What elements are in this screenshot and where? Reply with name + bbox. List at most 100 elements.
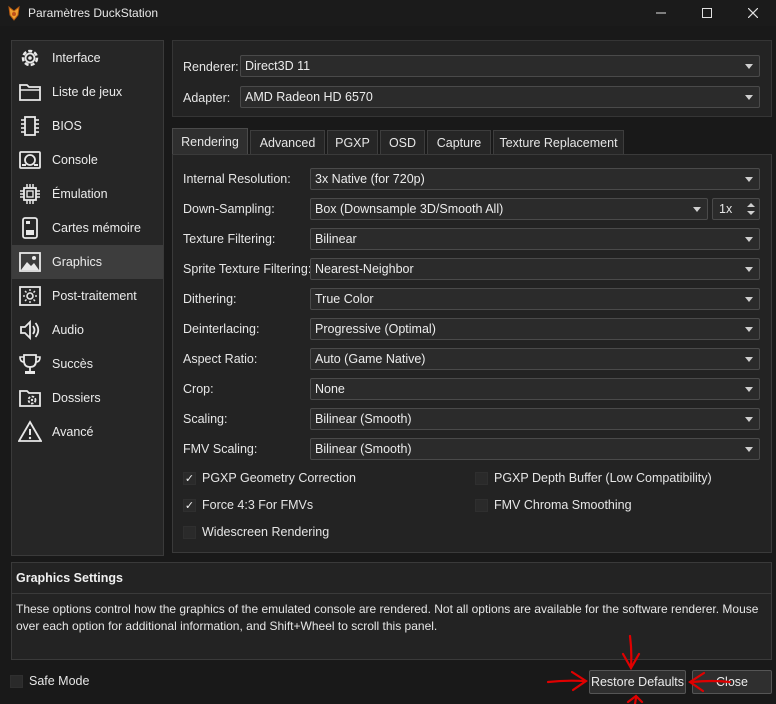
dithering-value: True Color (315, 292, 374, 306)
chevron-down-icon (745, 177, 753, 182)
checkbox-box (10, 674, 23, 688)
deinterlacing-select[interactable]: Progressive (Optimal) (310, 318, 760, 340)
crop-value: None (315, 382, 345, 396)
renderer-value: Direct3D 11 (245, 59, 311, 73)
texture-filtering-value: Bilinear (315, 232, 357, 246)
chevron-down-icon (745, 417, 753, 422)
sidebar-item-audio[interactable]: Audio (12, 313, 163, 347)
info-description: These options control how the graphics o… (16, 602, 759, 633)
chevron-down-icon (745, 357, 753, 362)
checkbox-box (475, 471, 488, 485)
checkmark-icon: ✓ (183, 471, 196, 485)
maximize-icon (702, 8, 712, 18)
dithering-label: Dithering: (183, 292, 237, 306)
close-button[interactable]: Close (692, 670, 772, 694)
tab-osd[interactable]: OSD (380, 130, 425, 154)
dithering-select[interactable]: True Color (310, 288, 760, 310)
widescreen-rendering-checkbox[interactable]: Widescreen Rendering (183, 525, 329, 539)
spin-down-icon[interactable] (747, 211, 755, 215)
chevron-down-icon (745, 447, 753, 452)
warning-icon (16, 418, 44, 446)
sprite-texture-filtering-label: Sprite Texture Filtering: (183, 262, 312, 276)
tab-rendering[interactable]: Rendering (172, 128, 248, 154)
fmv-scaling-select[interactable]: Bilinear (Smooth) (310, 438, 760, 460)
console-icon (16, 146, 44, 174)
sidebar-item-label: Dossiers (52, 391, 101, 405)
aspect-ratio-select[interactable]: Auto (Game Native) (310, 348, 760, 370)
sidebar-item-memory-cards[interactable]: Cartes mémoire (12, 211, 163, 245)
device-group: Renderer: Direct3D 11 Adapter: AMD Radeo… (172, 40, 772, 117)
down-sampling-select[interactable]: Box (Downsample 3D/Smooth All) (310, 198, 708, 220)
tab-advanced[interactable]: Advanced (250, 130, 325, 154)
renderer-label: Renderer: (183, 60, 239, 74)
scaling-label: Scaling: (183, 412, 228, 426)
sidebar-item-label: Liste de jeux (52, 85, 123, 99)
adapter-value: AMD Radeon HD 6570 (245, 90, 373, 104)
internal-resolution-value: 3x Native (for 720p) (315, 172, 425, 186)
pgxp-geometry-correction-checkbox[interactable]: ✓ PGXP Geometry Correction (183, 471, 356, 485)
sidebar-item-graphics[interactable]: Graphics (12, 245, 163, 279)
sidebar-item-label: BIOS (52, 119, 82, 133)
tab-texture-replacement[interactable]: Texture Replacement (493, 130, 624, 154)
sprite-texture-filtering-value: Nearest-Neighbor (315, 262, 414, 276)
fmv-chroma-smoothing-checkbox[interactable]: FMV Chroma Smoothing (475, 498, 632, 512)
tab-capture[interactable]: Capture (427, 130, 491, 154)
cpu-icon (16, 180, 44, 208)
internal-resolution-label: Internal Resolution: (183, 172, 291, 186)
sidebar-item-bios[interactable]: BIOS (12, 109, 163, 143)
sidebar-item-label: Interface (52, 51, 101, 65)
adapter-label: Adapter: (183, 91, 231, 105)
checkbox-label: FMV Chroma Smoothing (494, 498, 632, 512)
scaling-select[interactable]: Bilinear (Smooth) (310, 408, 760, 430)
checkbox-box (475, 498, 488, 512)
chevron-down-icon (693, 207, 701, 212)
sidebar-item-game-list[interactable]: Liste de jeux (12, 75, 163, 109)
adapter-select[interactable]: AMD Radeon HD 6570 (240, 86, 760, 108)
close-icon (748, 8, 758, 18)
force-4-3-fmvs-checkbox[interactable]: ✓ Force 4:3 For FMVs (183, 498, 313, 512)
safe-mode-checkbox[interactable]: Safe Mode (10, 674, 89, 688)
fmv-scaling-label: FMV Scaling: (183, 442, 258, 456)
internal-resolution-select[interactable]: 3x Native (for 720p) (310, 168, 760, 190)
chevron-down-icon (745, 237, 753, 242)
checkbox-label: PGXP Depth Buffer (Low Compatibility) (494, 471, 712, 485)
crop-select[interactable]: None (310, 378, 760, 400)
maximize-button[interactable] (684, 0, 730, 26)
sidebar-item-emulation[interactable]: Émulation (12, 177, 163, 211)
texture-filtering-label: Texture Filtering: (183, 232, 276, 246)
folder-icon (16, 78, 44, 106)
window-title: Paramètres DuckStation (28, 6, 159, 20)
sidebar-item-post-processing[interactable]: Post-traitement (12, 279, 163, 313)
sidebar-item-label: Graphics (52, 255, 103, 269)
close-window-button[interactable] (730, 0, 776, 26)
minimize-icon (656, 12, 666, 14)
info-title: Graphics Settings (16, 571, 123, 585)
down-sampling-label: Down-Sampling: (183, 202, 275, 216)
downsample-factor-spinbox[interactable]: 1x (712, 198, 760, 220)
spin-up-icon[interactable] (747, 203, 755, 207)
aspect-ratio-label: Aspect Ratio: (183, 352, 258, 366)
sidebar-item-achievements[interactable]: Succès (12, 347, 163, 381)
sidebar-item-console[interactable]: Console (12, 143, 163, 177)
safe-mode-label: Safe Mode (29, 674, 90, 688)
minimize-button[interactable] (638, 0, 684, 26)
sidebar-item-label: Post-traitement (52, 289, 137, 303)
chevron-down-icon (745, 327, 753, 332)
title-bar: Paramètres DuckStation (0, 0, 776, 26)
sprite-texture-filtering-select[interactable]: Nearest-Neighbor (310, 258, 760, 280)
sidebar-item-label: Succès (52, 357, 93, 371)
checkbox-label: PGXP Geometry Correction (202, 471, 356, 485)
renderer-select[interactable]: Direct3D 11 (240, 55, 760, 77)
sidebar-item-advanced[interactable]: Avancé (12, 415, 163, 449)
gear-icon (16, 44, 44, 72)
sidebar-item-folders[interactable]: Dossiers (12, 381, 163, 415)
pgxp-depth-buffer-checkbox[interactable]: PGXP Depth Buffer (Low Compatibility) (475, 471, 712, 485)
texture-filtering-select[interactable]: Bilinear (310, 228, 760, 250)
trophy-icon (16, 350, 44, 378)
settings-sidebar: Interface Liste de jeux BIOS Console Ému… (11, 40, 164, 556)
chevron-down-icon (745, 267, 753, 272)
restore-defaults-button[interactable]: Restore Defaults (589, 670, 686, 694)
sidebar-item-interface[interactable]: Interface (12, 41, 163, 75)
down-sampling-value: Box (Downsample 3D/Smooth All) (315, 202, 504, 216)
tab-pgxp[interactable]: PGXP (327, 130, 378, 154)
